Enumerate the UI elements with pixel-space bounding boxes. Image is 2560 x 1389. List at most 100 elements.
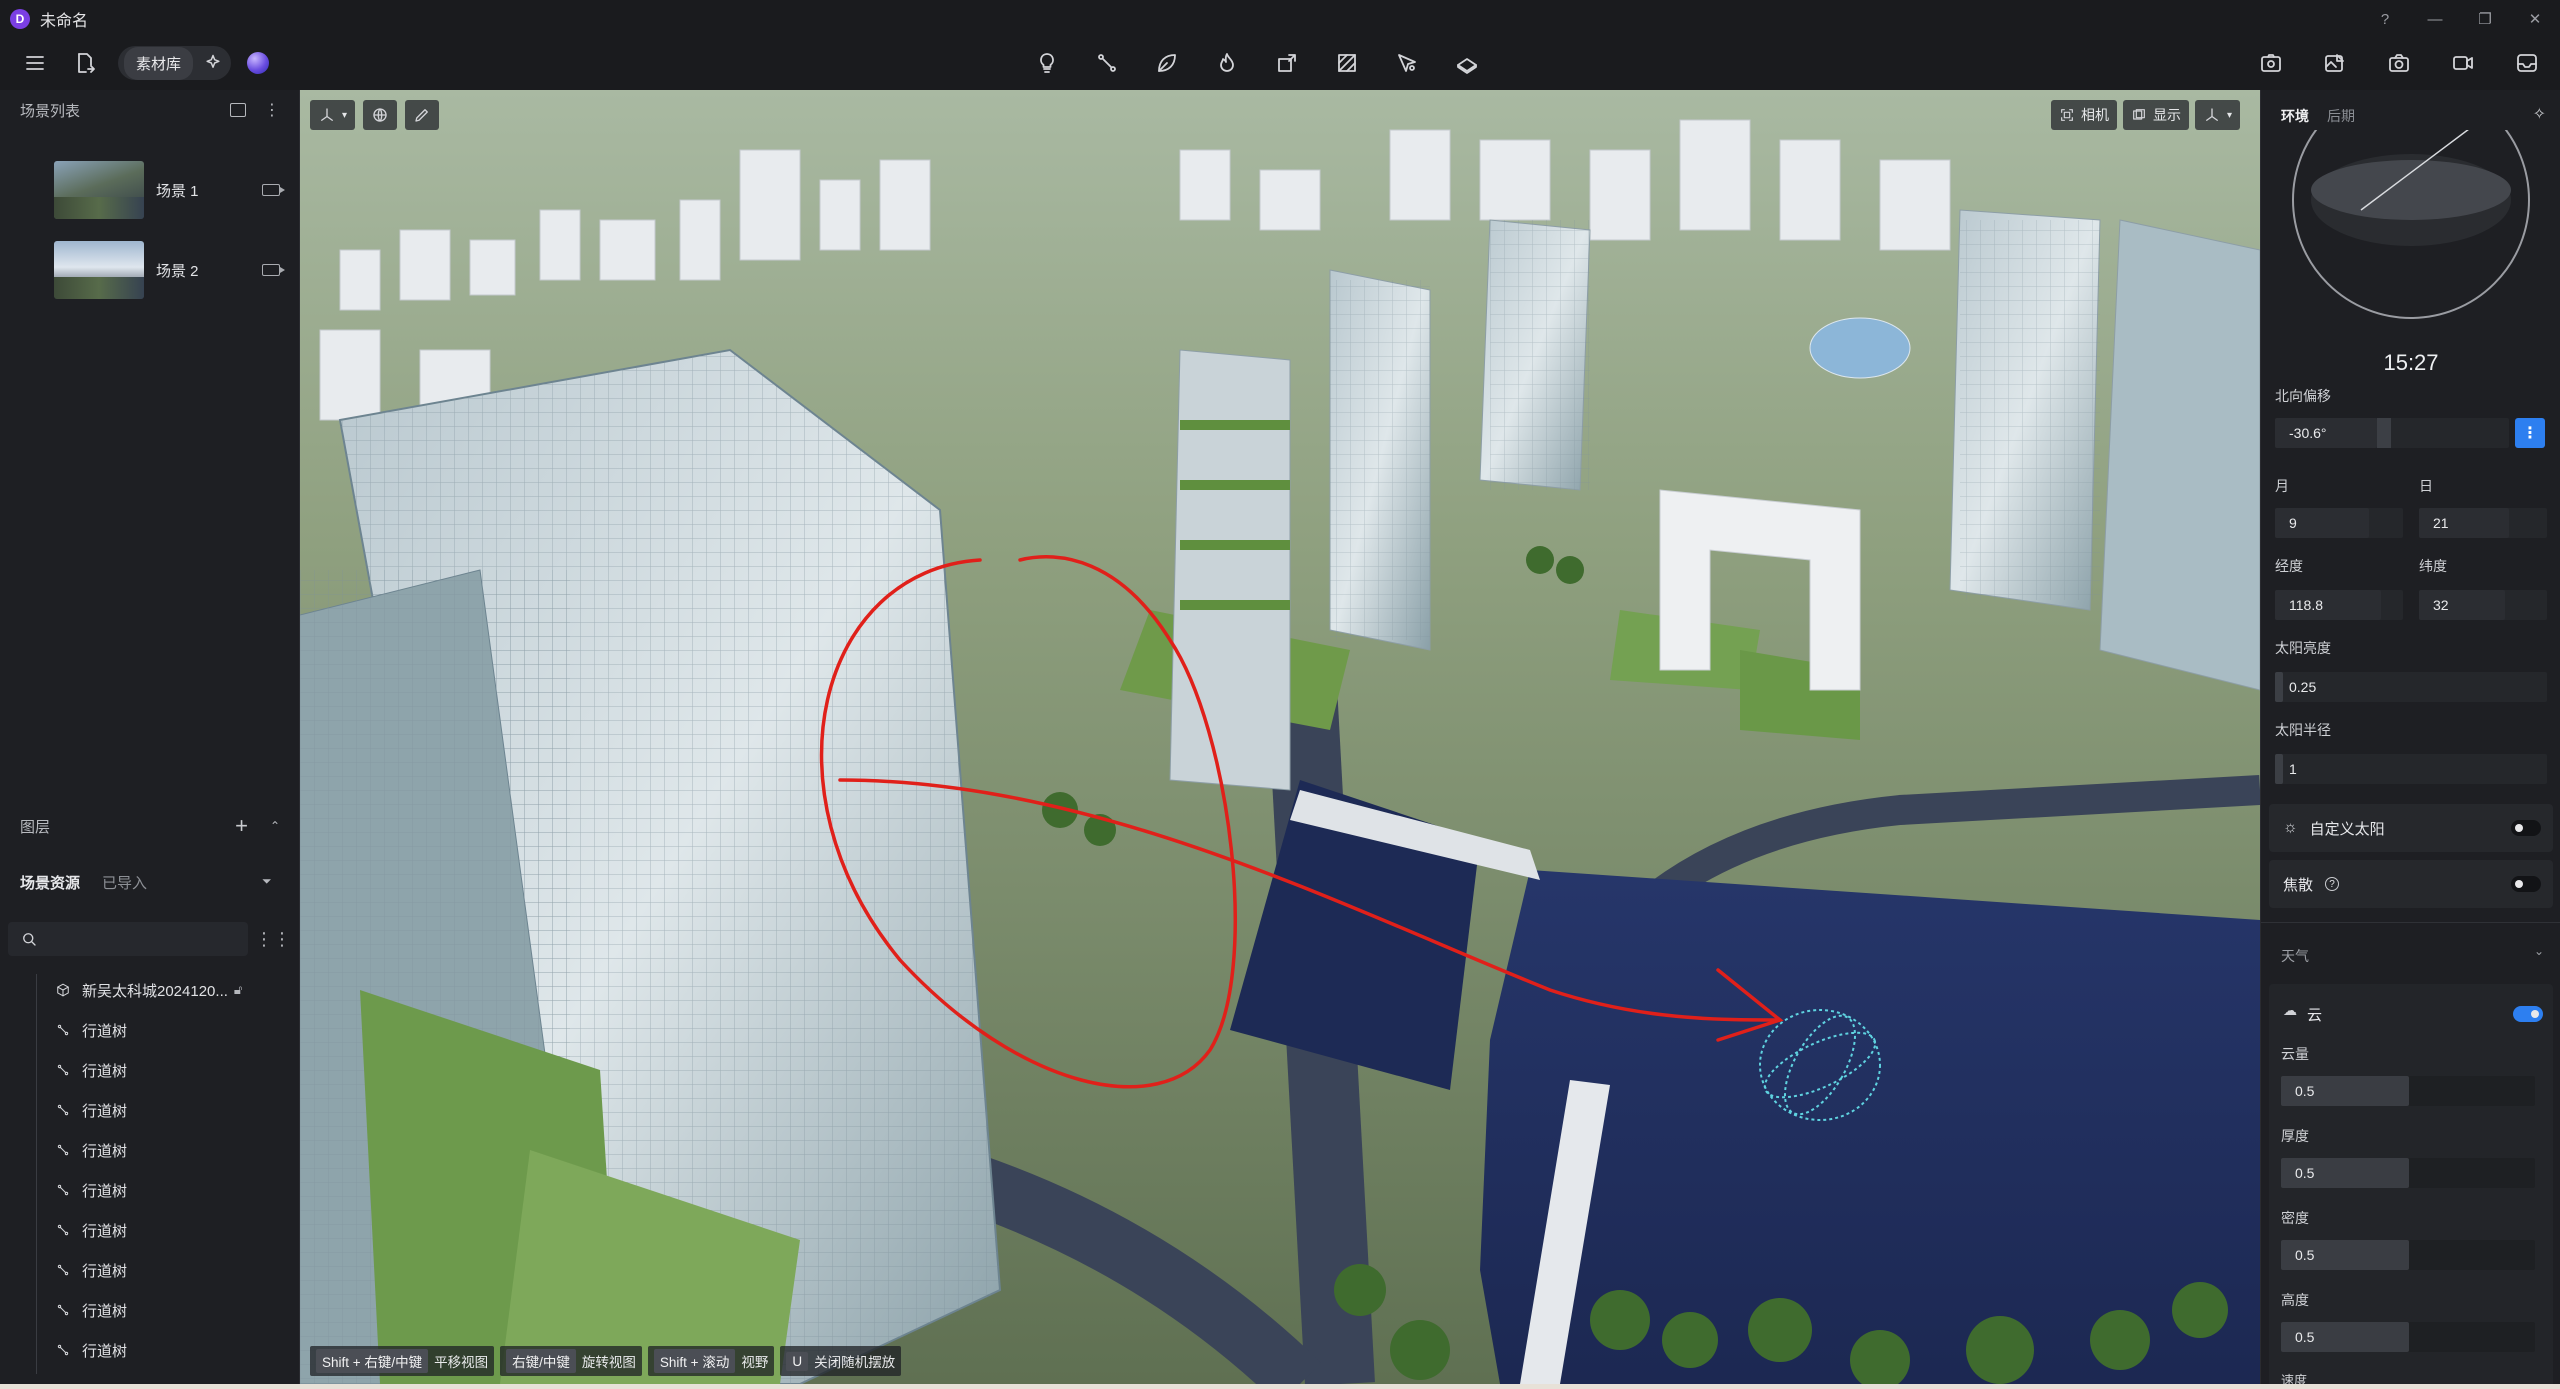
day-input[interactable]: 21 — [2419, 508, 2509, 538]
transform-mode-button[interactable]: ▾ — [310, 100, 356, 130]
layer-search-input[interactable] — [46, 931, 226, 947]
add-scene-icon[interactable] — [230, 103, 246, 117]
tree-item[interactable]: 行道树 — [0, 1050, 300, 1090]
lightbulb-icon[interactable] — [1030, 46, 1064, 80]
file-export-icon[interactable] — [68, 46, 102, 80]
tree-item-label: 行道树 — [82, 1222, 128, 1240]
tab-environment[interactable]: 环境 — [2281, 106, 2309, 126]
camera-view-button[interactable]: 相机 — [2050, 100, 2117, 130]
library-button[interactable]: 素材库 — [124, 46, 194, 80]
cloud-toggle[interactable] — [2513, 1006, 2543, 1022]
filter-dropdown-icon[interactable]: ⏷ — [262, 874, 272, 889]
north-offset-input[interactable]: -30.6° — [2275, 418, 2377, 448]
longitude-label: 经度 — [2275, 558, 2303, 574]
lock-icon[interactable]: 🔓︎ — [234, 982, 242, 998]
close-button[interactable]: ✕ — [2510, 0, 2560, 38]
more-vertical-icon[interactable]: ⋮ — [264, 100, 280, 120]
help-button[interactable]: ? — [2360, 0, 2410, 38]
hint-random: U 关闭随机摆放 — [780, 1346, 902, 1376]
tree-item-model[interactable]: 新吴太科城2024120... 🔓︎ — [0, 970, 300, 1010]
sun-radius-value[interactable]: 1 — [2289, 761, 2297, 777]
layers-icon — [2133, 109, 2145, 120]
leaf-icon[interactable] — [1150, 46, 1184, 80]
image-edit-icon[interactable] — [2318, 46, 2352, 80]
chevron-down-icon[interactable]: ⌄ — [2534, 944, 2544, 958]
restore-button[interactable]: ❐ — [2460, 0, 2510, 38]
chevron-down-icon: ▾ — [2226, 109, 2232, 121]
screenshot-icon[interactable] — [2382, 46, 2416, 80]
tree-item[interactable]: 行道树 — [0, 1330, 300, 1370]
height-label: 高度 — [2281, 1292, 2309, 1308]
height-slider[interactable]: 0.5 — [2281, 1322, 2409, 1352]
3d-viewport[interactable] — [300, 90, 2260, 1384]
latitude-input[interactable]: 32 — [2419, 590, 2505, 620]
inbox-icon[interactable] — [2510, 46, 2544, 80]
library-toggle[interactable]: 素材库 — [118, 46, 232, 80]
tab-post[interactable]: 后期 — [2327, 106, 2355, 126]
tab-imported[interactable]: 已导入 — [102, 872, 147, 893]
fire-icon[interactable] — [1210, 46, 1244, 80]
collapse-icon[interactable]: ⌃ — [270, 819, 280, 833]
tree-item[interactable]: 行道树 — [0, 1130, 300, 1170]
menu-icon[interactable] — [18, 46, 52, 80]
path-icon[interactable] — [1090, 46, 1124, 80]
tree-item-label: 行道树 — [82, 1062, 128, 1080]
scene-list-title: 场景列表 — [20, 102, 81, 120]
tree-item[interactable]: 行道树 — [0, 1010, 300, 1050]
city-render — [300, 90, 2260, 1384]
tree-item[interactable]: 行道树 — [0, 1210, 300, 1250]
globe-button[interactable] — [363, 100, 398, 130]
caustics-toggle[interactable] — [2511, 876, 2541, 892]
tree-item[interactable]: 行道树 — [0, 1170, 300, 1210]
sun-brightness-handle[interactable] — [2275, 672, 2283, 702]
north-offset-handle[interactable] — [2377, 418, 2391, 448]
terrain-icon[interactable] — [1450, 46, 1484, 80]
tab-scene-resources[interactable]: 场景资源 — [20, 872, 80, 893]
sun-brightness-value[interactable]: 0.25 — [2289, 679, 2316, 695]
viewport-left-tools: ▾ — [310, 100, 440, 130]
display-label: 显示 — [2152, 107, 2181, 123]
north-offset-menu-button[interactable]: ⋮ — [2515, 418, 2545, 448]
month-input[interactable]: 9 — [2275, 508, 2369, 538]
custom-sun-toggle[interactable] — [2511, 820, 2541, 836]
camera-icon[interactable] — [262, 184, 285, 196]
layer-search[interactable] — [8, 922, 248, 956]
bottom-strip — [0, 1384, 2560, 1389]
sun-position-dial[interactable] — [2291, 130, 2531, 320]
add-layer-icon[interactable]: + — [235, 813, 248, 839]
longitude-input[interactable]: 118.8 — [2275, 590, 2381, 620]
sun-radius-handle[interactable] — [2275, 754, 2283, 784]
thickness-slider[interactable]: 0.5 — [2281, 1158, 2409, 1188]
gizmo-button[interactable]: ▾ — [2194, 100, 2240, 130]
layer-tabs: 场景资源 已导入 — [20, 872, 147, 893]
tree-item[interactable]: 行道树 — [0, 1290, 300, 1330]
brush-button[interactable] — [405, 100, 440, 130]
ai-orb-icon[interactable] — [247, 52, 270, 74]
ai-sparkle-icon[interactable] — [203, 53, 223, 73]
sparkle-icon[interactable]: ✧ — [2533, 104, 2546, 124]
box-move-icon[interactable] — [1270, 46, 1304, 80]
scene-item[interactable]: 场景 2 — [0, 238, 300, 302]
focus-icon — [2061, 109, 2073, 121]
display-button[interactable]: 显示 — [2122, 100, 2189, 130]
viewport-right-tools: 相机 显示 ▾ — [2050, 100, 2240, 130]
density-slider[interactable]: 0.5 — [2281, 1240, 2409, 1270]
video-icon[interactable] — [2446, 46, 2480, 80]
cloud-amount-slider[interactable]: 0.5 — [2281, 1076, 2409, 1106]
camera-grid-icon[interactable] — [2254, 46, 2288, 80]
hint-key: Shift + 滚动 — [653, 1349, 736, 1373]
pointer-star-icon[interactable] — [1390, 46, 1424, 80]
right-panel: 环境 后期 ✧ 15:27 北向偏移 -30.6° ⋮ 月 日 9 21 经度 … — [2260, 90, 2560, 1389]
grid-view-icon[interactable]: ⋮⋮ — [255, 922, 291, 956]
texture-icon[interactable] — [1330, 46, 1364, 80]
help-circle-icon[interactable]: ? — [2325, 877, 2340, 891]
axis-icon — [321, 108, 333, 121]
tree-item[interactable]: 行道树 — [0, 1250, 300, 1290]
hint-key: U — [786, 1351, 809, 1371]
search-icon — [23, 933, 36, 946]
scene-item[interactable]: 场景 1 — [0, 158, 300, 222]
tree-item[interactable]: 行道树 — [0, 1090, 300, 1130]
weather-section-title: 天气 — [2281, 948, 2309, 964]
minimize-button[interactable]: — — [2410, 0, 2460, 38]
camera-icon[interactable] — [262, 264, 285, 276]
